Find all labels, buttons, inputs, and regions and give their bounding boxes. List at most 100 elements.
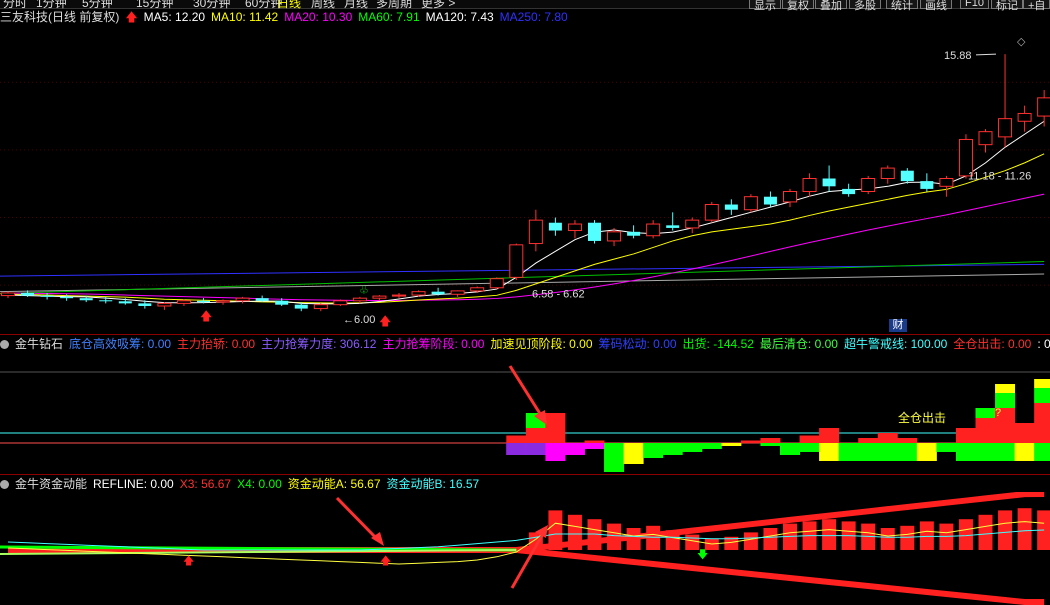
buy-arrow-icon: 🡅 (379, 314, 391, 328)
candle-body (99, 300, 113, 302)
indicator-value-0: 底仓高效吸筹: 0.00 (69, 337, 172, 351)
panel1-neg-bar (1014, 443, 1035, 461)
question-mark: ? (995, 407, 1001, 419)
indicator-value-3: 资金动能A: 56.67 (287, 477, 381, 491)
diamond-icon: ◇ (1017, 36, 1026, 48)
candle-body (528, 219, 543, 245)
candle-body (763, 196, 777, 205)
panel1-neg-bar (525, 443, 546, 455)
indicator-value-9: 全仓出击: 0.00 (953, 337, 1032, 351)
sell-arrow-icon: 🡇 (697, 549, 708, 561)
toolbar-button-7[interactable]: 标记 (991, 0, 1023, 12)
candle-body (1, 292, 15, 297)
panel1-red-bar (525, 428, 546, 443)
candle-body (79, 298, 93, 301)
candle-body (60, 296, 74, 299)
indicator-value-5: 筹码松动: 0.00 (598, 337, 677, 351)
up-arrow-icon: 🡅 (125, 10, 138, 24)
panel1-green-bar (995, 393, 1016, 408)
candle-body (216, 300, 231, 303)
panel1-red-bar (740, 440, 761, 443)
collapse-icon[interactable] (0, 340, 9, 349)
cai-badge[interactable]: 财 (889, 319, 907, 332)
panel1-neg-bar (760, 443, 781, 446)
indicator-value-1: X3: 56.67 (179, 477, 232, 491)
toolbar-button-6[interactable]: F10 (960, 0, 989, 9)
header-title: 金牛资金动能 (15, 477, 88, 491)
indicator-value-3: MA60: 7.91 (358, 10, 420, 24)
panel2-bar (958, 519, 973, 550)
panel1-green-bar (1034, 388, 1050, 403)
separator (0, 334, 1050, 335)
indicator-value-4: 加速见顶阶段: 0.00 (490, 337, 593, 351)
toolbar-button-2[interactable]: 叠加 (815, 0, 847, 12)
header-title: 金牛钻石 (15, 337, 64, 351)
panel2-header: 金牛资金动能 REFLINE: 0.00 X3: 56.67 X4: 0.00 资金动能… (0, 476, 485, 492)
indicator-value-3: 主力抢筹阶段: 0.00 (382, 337, 485, 351)
candle-body (588, 222, 601, 241)
range-mid-label: 11.18 - 11.26 (968, 170, 1031, 182)
panel1-neg-bar (545, 443, 566, 461)
candle-body (313, 304, 328, 310)
period-toolbar: 分时 1分钟 5分钟 15分钟 30分钟 60分钟 日线 周线 月线 多周期 更多 > 显示 复权 叠加多… (0, 0, 1050, 12)
toolbar-button-5[interactable]: 画线 (920, 0, 952, 12)
candle-body (21, 292, 35, 296)
indicator-value-2: X4: 0.00 (237, 477, 282, 491)
toolbar-button-0[interactable]: 显示 (749, 0, 781, 12)
panel2-bar (978, 514, 993, 550)
panel1-neg-bar (721, 443, 742, 446)
candle-body (294, 304, 308, 309)
high-pointer (975, 53, 997, 56)
indicator-value-4: MA120: 7.43 (425, 10, 494, 24)
panel1-red-bar (506, 435, 527, 443)
indicator-value-2: 主力抢筹力度: 306.12 (261, 337, 377, 351)
candle-body (176, 300, 191, 304)
panel1-neg-bar (662, 443, 683, 455)
panel1-neg-bar (799, 443, 820, 452)
buy-arrow-icon: 🡅 (200, 309, 212, 323)
candle-body (900, 170, 914, 182)
indicator-value-10: : 0 (1037, 337, 1050, 351)
toolbar-button-4[interactable]: 统计 (886, 0, 918, 12)
candle-body (157, 302, 172, 307)
panel1-neg-bar (916, 443, 937, 461)
candle-body (842, 188, 856, 195)
candle-body (998, 118, 1013, 138)
panel1-neg-bar (936, 443, 957, 452)
candle-body (685, 219, 700, 229)
candle-body (627, 231, 641, 236)
panel1-red-bar (584, 440, 605, 443)
panel1-neg-bar (643, 443, 664, 458)
panel1-neg-bar (564, 443, 585, 455)
panel2-bar (919, 521, 934, 550)
indicator-value-7: 最后清仓: 0.00 (759, 337, 838, 351)
candle-body (197, 300, 210, 303)
toolbar-button-3[interactable]: 多股 (849, 0, 881, 12)
panel1-red-bar (799, 435, 820, 443)
pointer-arrow (335, 496, 380, 542)
panel2-bar (880, 528, 895, 550)
panel1-red-bar (1014, 423, 1035, 443)
buy-arrow-icon: 🡅 (183, 554, 194, 567)
panel2-bar (626, 528, 641, 550)
header-title: 三友科技(日线 前复权) (0, 10, 120, 24)
candle-body (470, 287, 485, 292)
candle-body (372, 295, 387, 299)
candle-body (724, 204, 738, 210)
indicator-value-0: MA5: 12.20 (143, 10, 206, 24)
candle-body (235, 297, 250, 302)
collapse-icon[interactable] (0, 480, 9, 489)
candle-body (1037, 97, 1050, 117)
panel1-red-bar (897, 438, 918, 443)
panel2-bar (900, 525, 915, 550)
panel1-neg-bar (780, 443, 800, 455)
range-low-label: 6.58 - 6.62 (532, 289, 585, 301)
toolbar-button-8[interactable]: +自 (1023, 0, 1050, 12)
toolbar-button-1[interactable]: 复权 (782, 0, 814, 12)
candle-body (822, 178, 836, 187)
panel1-neg-bar (584, 443, 605, 449)
panel1-red-bar (545, 413, 566, 443)
panel1-neg-bar (1034, 443, 1050, 461)
panel1-red-bar (858, 438, 879, 443)
panel1-neg-bar (701, 443, 722, 449)
